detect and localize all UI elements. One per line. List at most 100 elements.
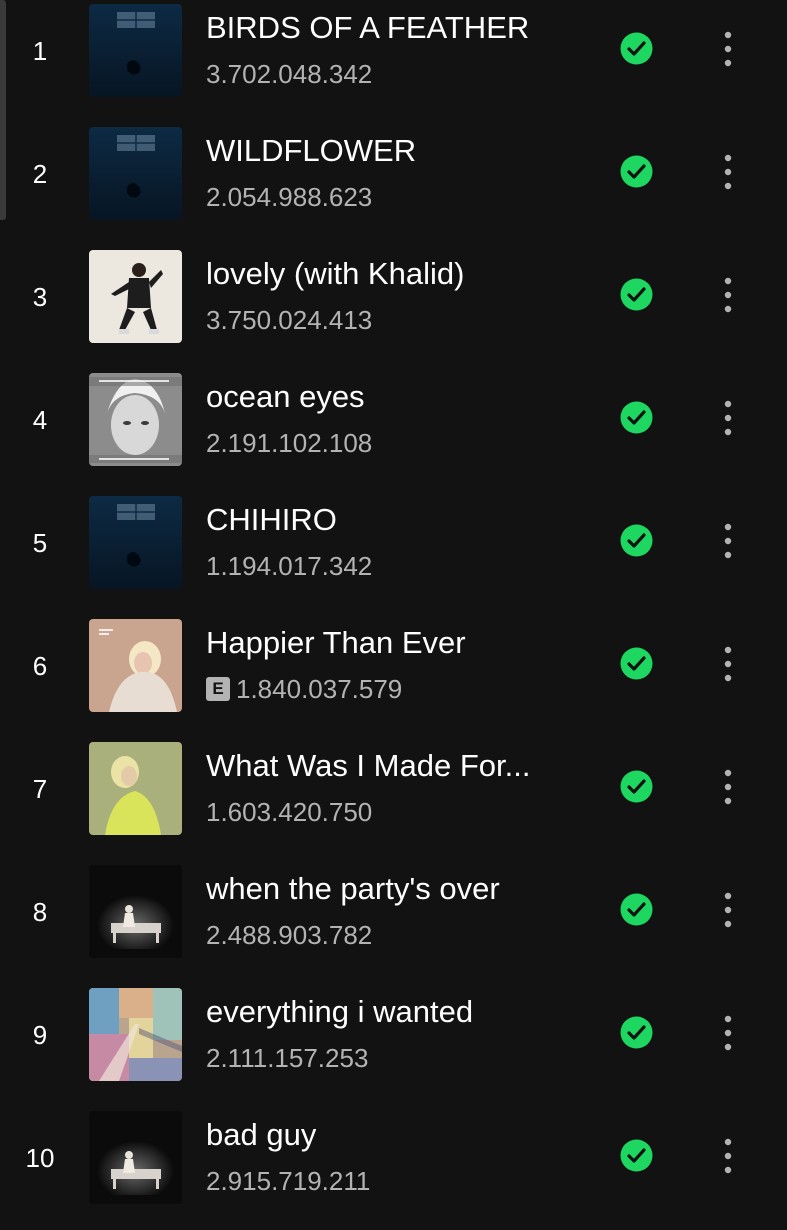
more-options-button[interactable] bbox=[712, 151, 744, 193]
dot bbox=[724, 45, 732, 53]
track-row-2[interactable]: 2 WILDFLOWER 2.054.988.623 bbox=[0, 123, 787, 246]
track-row-8[interactable]: 8 when the party's over 2.488.903.782 bbox=[0, 861, 787, 984]
dot bbox=[724, 414, 732, 422]
check-circle-icon bbox=[620, 647, 653, 680]
dot bbox=[724, 769, 732, 777]
dot bbox=[724, 1166, 732, 1174]
track-number: 9 bbox=[32, 1020, 48, 1050]
dot bbox=[724, 154, 732, 162]
dot bbox=[724, 1138, 732, 1146]
dot bbox=[724, 305, 732, 313]
track-number: 6 bbox=[32, 651, 48, 681]
more-options-button[interactable] bbox=[712, 889, 744, 931]
play-count: 3.750.024.413 bbox=[206, 304, 373, 335]
dot bbox=[724, 1015, 732, 1023]
dot bbox=[724, 920, 732, 928]
track-row-1[interactable]: 1 BIRDS OF A FEATHER 3.702.048.342 bbox=[0, 0, 787, 123]
album-cover-everything-i-wanted bbox=[89, 988, 182, 1081]
dot bbox=[724, 291, 732, 299]
more-options-button[interactable] bbox=[712, 766, 744, 808]
dot bbox=[724, 537, 732, 545]
track-number: 2 bbox=[32, 159, 48, 189]
play-count: 2.488.903.782 bbox=[206, 919, 373, 950]
dot bbox=[724, 31, 732, 39]
check-circle-icon bbox=[620, 524, 653, 557]
dot bbox=[724, 1029, 732, 1037]
more-options-button[interactable] bbox=[712, 274, 744, 316]
track-title: lovely (with Khalid) bbox=[206, 256, 465, 291]
check-circle-icon bbox=[620, 893, 653, 926]
dot bbox=[724, 674, 732, 682]
play-count: 1.840.037.579 bbox=[236, 673, 403, 704]
track-row-3[interactable]: 3 lovely (with Khalid) 3.750.024.413 bbox=[0, 246, 787, 369]
play-count: 3.702.048.342 bbox=[206, 58, 373, 89]
play-count-line: 3.702.048.342 bbox=[206, 58, 372, 90]
track-number: 1 bbox=[32, 36, 48, 66]
track-title: WILDFLOWER bbox=[206, 133, 417, 168]
more-options-button[interactable] bbox=[712, 1135, 744, 1177]
more-options-button[interactable] bbox=[712, 520, 744, 562]
track-number: 4 bbox=[32, 405, 48, 435]
dot bbox=[724, 660, 732, 668]
dot bbox=[724, 1043, 732, 1051]
track-number: 3 bbox=[32, 282, 48, 312]
dot bbox=[724, 892, 732, 900]
track-number: 8 bbox=[32, 897, 48, 927]
track-title: everything i wanted bbox=[206, 994, 474, 1029]
play-count: 2.111.157.253 bbox=[206, 1042, 369, 1073]
track-row-6[interactable]: 6 Happier Than Ever E 1.840.037.579 bbox=[0, 615, 787, 738]
check-circle-icon bbox=[620, 401, 653, 434]
dot bbox=[724, 428, 732, 436]
more-options-button[interactable] bbox=[712, 643, 744, 685]
explicit-badge: E bbox=[206, 677, 230, 701]
play-count-line: E 1.840.037.579 bbox=[206, 673, 402, 705]
check-circle-icon bbox=[620, 1139, 653, 1172]
more-options-button[interactable] bbox=[712, 397, 744, 439]
play-count: 2.191.102.108 bbox=[206, 427, 373, 458]
play-count-line: 2.915.719.211 bbox=[206, 1165, 370, 1197]
play-count-line: 3.750.024.413 bbox=[206, 304, 372, 336]
track-row-10[interactable]: 10 bad guy 2.915.719.211 bbox=[0, 1107, 787, 1230]
track-row-7[interactable]: 7 What Was I Made For... 1.603.420.750 bbox=[0, 738, 787, 861]
track-title: What Was I Made For... bbox=[206, 748, 531, 783]
track-number: 5 bbox=[32, 528, 48, 558]
album-cover-when-we-all-fall-asleep bbox=[89, 1111, 182, 1204]
track-title: BIRDS OF A FEATHER bbox=[206, 10, 530, 45]
track-number: 10 bbox=[25, 1143, 55, 1173]
album-cover-hit-me-hard-and-soft bbox=[89, 4, 182, 97]
dot bbox=[724, 168, 732, 176]
more-options-button[interactable] bbox=[712, 1012, 744, 1054]
play-count: 1.603.420.750 bbox=[206, 796, 373, 827]
dot bbox=[724, 400, 732, 408]
track-title: when the party's over bbox=[206, 871, 500, 906]
album-cover-hit-me-hard-and-soft bbox=[89, 127, 182, 220]
track-row-9[interactable]: 9 everything i wanted 2.111.157.253 bbox=[0, 984, 787, 1107]
check-circle-icon bbox=[620, 1016, 653, 1049]
album-cover-hit-me-hard-and-soft bbox=[89, 496, 182, 589]
track-title: Happier Than Ever bbox=[206, 625, 466, 660]
album-cover-when-we-all-fall-asleep bbox=[89, 865, 182, 958]
dot bbox=[724, 797, 732, 805]
track-title: ocean eyes bbox=[206, 379, 365, 414]
track-number: 7 bbox=[32, 774, 48, 804]
track-title: bad guy bbox=[206, 1117, 317, 1152]
album-cover-ocean-eyes bbox=[89, 373, 182, 466]
play-count: 2.915.719.211 bbox=[206, 1165, 371, 1196]
more-options-button[interactable] bbox=[712, 28, 744, 70]
dot bbox=[724, 1152, 732, 1160]
dot bbox=[724, 906, 732, 914]
dot bbox=[724, 182, 732, 190]
dot bbox=[724, 523, 732, 531]
play-count-line: 1.194.017.342 bbox=[206, 550, 372, 582]
track-row-5[interactable]: 5 CHIHIRO 1.194.017.342 bbox=[0, 492, 787, 615]
play-count-line: 2.191.102.108 bbox=[206, 427, 372, 459]
album-cover-barbie bbox=[89, 742, 182, 835]
play-count-line: 2.488.903.782 bbox=[206, 919, 372, 951]
track-row-4[interactable]: 4 ocean eyes 2.191.102.108 bbox=[0, 369, 787, 492]
play-count: 1.194.017.342 bbox=[206, 550, 373, 581]
album-cover-happier-than-ever bbox=[89, 619, 182, 712]
album-cover-lovely bbox=[89, 250, 182, 343]
play-count-line: 2.054.988.623 bbox=[206, 181, 372, 213]
check-circle-icon bbox=[620, 32, 653, 65]
dot bbox=[724, 551, 732, 559]
